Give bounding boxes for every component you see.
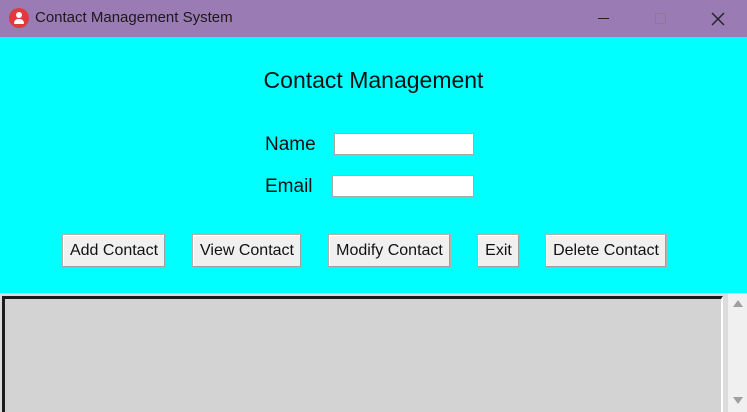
title-bar: Contact Management System	[0, 0, 747, 37]
scroll-down-icon[interactable]	[733, 397, 743, 404]
name-label: Name	[265, 134, 316, 155]
name-input[interactable]	[334, 133, 474, 155]
email-label: Email	[265, 176, 313, 197]
exit-button[interactable]: Exit	[477, 234, 520, 268]
email-input[interactable]	[332, 175, 474, 197]
scroll-up-icon[interactable]	[733, 300, 743, 307]
user-icon	[9, 8, 29, 28]
minimize-button[interactable]	[580, 0, 626, 37]
add-contact-button[interactable]: Add Contact	[62, 234, 166, 268]
maximize-button[interactable]	[637, 0, 683, 37]
close-icon	[711, 12, 725, 25]
contact-list-area	[0, 293, 747, 412]
vertical-scrollbar[interactable]	[728, 293, 747, 412]
close-button[interactable]	[695, 0, 741, 37]
page-title: Contact Management	[263, 67, 484, 93]
minimize-icon	[597, 18, 609, 19]
maximize-icon	[654, 13, 666, 24]
contact-listbox[interactable]	[2, 296, 723, 412]
form-panel: Contact Management Name Email Add Contac…	[0, 37, 747, 293]
modify-contact-button[interactable]: Modify Contact	[328, 234, 451, 268]
view-contact-button[interactable]: View Contact	[192, 234, 302, 268]
delete-contact-button[interactable]: Delete Contact	[545, 234, 667, 268]
window-title: Contact Management System	[35, 9, 233, 26]
